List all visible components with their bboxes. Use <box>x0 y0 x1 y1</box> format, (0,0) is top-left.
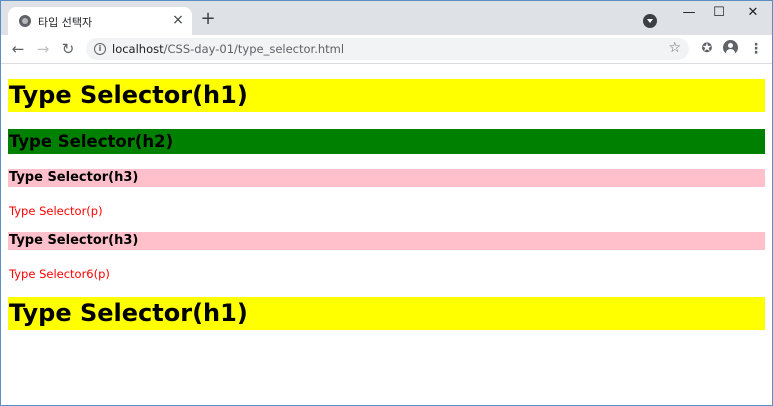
reload-icon[interactable]: ↻ <box>59 40 77 58</box>
url-text: localhost/CSS-day-01/type_selector.html <box>112 42 344 56</box>
paragraph: Type Selector(p) <box>9 204 103 218</box>
tab-title: 타입 선택자 <box>38 16 93 29</box>
globe-icon <box>19 15 31 27</box>
tab-active[interactable]: 타입 선택자 × <box>8 7 192 35</box>
heading-h3: Type Selector(h3) <box>8 169 765 187</box>
tab-close-icon[interactable]: × <box>170 12 186 28</box>
star-icon[interactable]: ☆ <box>668 40 681 56</box>
menu-icon[interactable]: ⋮ <box>747 40 765 58</box>
forward-icon[interactable]: → <box>34 40 52 58</box>
url-host: localhost <box>112 42 164 56</box>
extensions-icon[interactable]: ✪ <box>698 40 716 58</box>
heading-h3: Type Selector(h3) <box>8 232 765 250</box>
url-path: /CSS-day-01/type_selector.html <box>163 42 345 56</box>
address-bar[interactable]: i localhost/CSS-day-01/type_selector.htm… <box>86 38 689 60</box>
heading-h1: Type Selector(h1) <box>8 297 765 330</box>
close-button[interactable]: ✕ <box>738 4 768 22</box>
browser-window: 타입 선택자 × + — ☐ ✕ ← → ↻ i localhost/CSS-d… <box>1 1 772 405</box>
tab-search-icon[interactable] <box>643 14 657 28</box>
paragraph: Type Selector6(p) <box>9 267 110 281</box>
heading-h2: Type Selector(h2) <box>8 129 765 154</box>
minimize-button[interactable]: — <box>674 4 704 22</box>
back-icon[interactable]: ← <box>9 40 27 58</box>
profile-icon[interactable] <box>723 40 738 55</box>
maximize-button[interactable]: ☐ <box>704 4 734 22</box>
new-tab-button[interactable]: + <box>199 10 217 29</box>
heading-h1: Type Selector(h1) <box>8 79 765 112</box>
info-icon[interactable]: i <box>94 43 106 55</box>
page-content: Type Selector(h1) Type Selector(h2) Type… <box>1 64 772 405</box>
tab-strip: 타입 선택자 × + — ☐ ✕ <box>1 1 772 35</box>
toolbar: ← → ↻ i localhost/CSS-day-01/type_select… <box>1 35 772 64</box>
